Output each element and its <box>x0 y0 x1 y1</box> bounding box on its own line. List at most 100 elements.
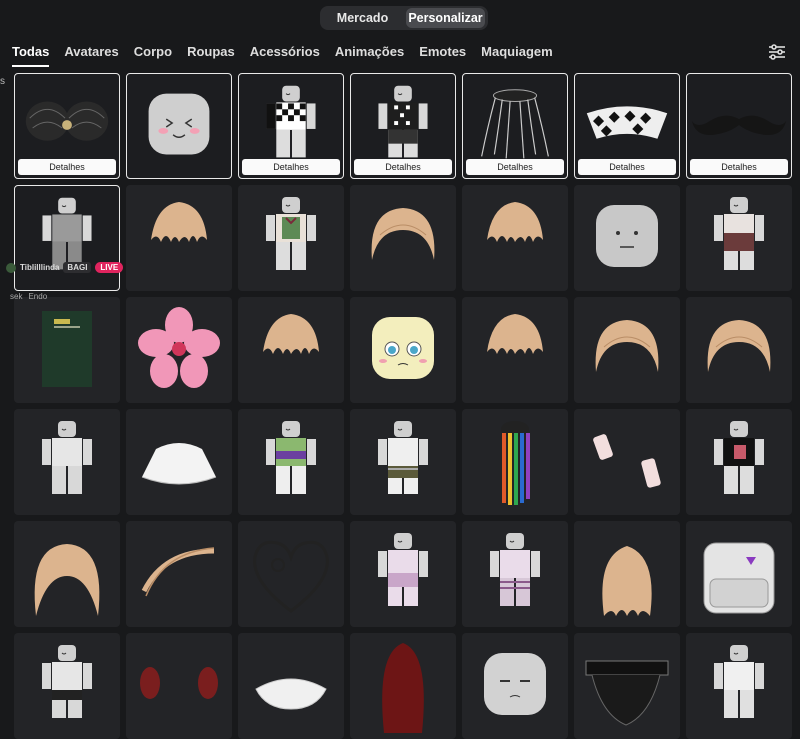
item-tile[interactable] <box>574 521 680 627</box>
blonde-bob-hair-icon <box>350 185 456 291</box>
item-tile[interactable]: Detalhes <box>574 73 680 179</box>
item-grid: Detalhes Detalhes Detalhes Detalhes Detalh… <box>14 73 794 739</box>
item-tile[interactable] <box>686 521 792 627</box>
item-tile[interactable] <box>350 297 456 403</box>
item-tile[interactable] <box>686 185 792 291</box>
pink-flower-accessory-icon <box>126 297 232 403</box>
blonde-bangs-hair-icon <box>14 521 120 627</box>
item-tile[interactable] <box>462 633 568 739</box>
details-button[interactable]: Detalhes <box>18 159 116 175</box>
streamer-name: Tiblilllinda <box>20 263 60 272</box>
tab-corpo[interactable]: Corpo <box>134 40 172 66</box>
green-book-accessory-icon <box>14 297 120 403</box>
sleepy-face-head-icon <box>462 633 568 739</box>
item-tile[interactable]: Detalhes <box>462 73 568 179</box>
overlay-sub-1: sek <box>10 292 23 301</box>
tab-todas[interactable]: Todas <box>12 40 50 67</box>
white-black-shorts-avatar-icon <box>14 633 120 739</box>
item-tile[interactable] <box>238 521 344 627</box>
item-tile[interactable] <box>14 297 120 403</box>
blonde-wavy-hair-icon <box>574 521 680 627</box>
item-tile[interactable] <box>462 297 568 403</box>
blonde-fluffy-hair-icon <box>462 185 568 291</box>
mode-toggle: Mercado Personalizar <box>320 6 488 30</box>
blush-face-head-icon <box>127 74 231 178</box>
red-long-hair-icon <box>350 633 456 739</box>
tab-animacoes[interactable]: Animações <box>335 40 404 66</box>
pink-skirt-avatar-icon <box>350 521 456 627</box>
lace-gloves-accessory-icon <box>574 409 680 515</box>
item-tile[interactable] <box>686 409 792 515</box>
tab-maquiagem[interactable]: Maquiagem <box>481 40 553 66</box>
item-tile[interactable] <box>574 297 680 403</box>
white-capelet-accessory-icon <box>126 409 232 515</box>
item-tile[interactable] <box>238 185 344 291</box>
filter-sliders-icon[interactable] <box>766 42 788 62</box>
black-lace-belt-accessory-icon <box>574 633 680 739</box>
details-button[interactable]: Detalhes <box>466 159 564 175</box>
item-tile[interactable] <box>574 409 680 515</box>
item-tile[interactable]: Detalhes <box>686 73 792 179</box>
blonde-tuft-hair-icon <box>462 297 568 403</box>
white-scarf-accessory-icon <box>238 633 344 739</box>
item-tile[interactable] <box>126 521 232 627</box>
item-tile[interactable] <box>14 521 120 627</box>
streamer-tag: BAGI <box>63 262 92 273</box>
streamer-overlay: Tiblilllinda BAGI LIVE sek Endo <box>0 260 150 301</box>
rainbow-braids-hair-icon <box>462 409 568 515</box>
item-tile[interactable] <box>126 409 232 515</box>
green-shirt-avatar-icon <box>238 185 344 291</box>
live-badge: LIVE <box>95 262 124 273</box>
overlay-sub-2: Endo <box>28 292 48 301</box>
pink-striped-avatar-icon <box>462 521 568 627</box>
blonde-shaggy-hair-icon <box>574 297 680 403</box>
item-tile[interactable] <box>126 73 232 179</box>
item-tile[interactable] <box>574 633 680 739</box>
item-tile[interactable] <box>350 185 456 291</box>
tab-emotes[interactable]: Emotes <box>419 40 466 66</box>
music-heart-clef-icon <box>238 521 344 627</box>
yellow-scared-head-icon <box>350 297 456 403</box>
white-backpack-accessory-icon <box>686 521 792 627</box>
item-tile[interactable]: Detalhes <box>238 73 344 179</box>
mode-button-personalizar[interactable]: Personalizar <box>406 8 485 28</box>
item-tile[interactable] <box>350 521 456 627</box>
item-tile[interactable] <box>462 521 568 627</box>
item-tile[interactable] <box>14 633 120 739</box>
item-tile[interactable] <box>686 633 792 739</box>
blonde-long-bob-hair-icon <box>686 297 792 403</box>
blonde-side-part-hair-icon <box>126 521 232 627</box>
details-button[interactable]: Detalhes <box>578 159 676 175</box>
item-tile[interactable] <box>574 185 680 291</box>
item-tile[interactable] <box>686 297 792 403</box>
item-tile[interactable] <box>14 409 120 515</box>
green-jacket-avatar-icon <box>238 409 344 515</box>
item-tile[interactable] <box>126 297 232 403</box>
striped-skirt-avatar-icon <box>350 409 456 515</box>
tab-acessorios[interactable]: Acessórios <box>250 40 320 66</box>
item-tile[interactable] <box>350 409 456 515</box>
tab-avatares[interactable]: Avatares <box>64 40 118 66</box>
item-tile[interactable] <box>126 633 232 739</box>
details-button[interactable]: Detalhes <box>690 159 788 175</box>
details-button[interactable]: Detalhes <box>242 159 340 175</box>
red-pigtails-hair-icon <box>126 633 232 739</box>
mode-button-mercado[interactable]: Mercado <box>323 8 402 28</box>
item-tile[interactable] <box>350 633 456 739</box>
details-button[interactable]: Detalhes <box>354 159 452 175</box>
left-edge-text: s <box>0 76 5 87</box>
item-tile[interactable] <box>238 297 344 403</box>
item-tile[interactable] <box>238 633 344 739</box>
item-tile[interactable] <box>238 409 344 515</box>
category-tabs: Todas Avatares Corpo Roupas Acessórios A… <box>12 40 568 67</box>
item-tile[interactable] <box>462 185 568 291</box>
item-tile[interactable] <box>462 409 568 515</box>
tab-roupas[interactable]: Roupas <box>187 40 235 66</box>
white-plain-avatar-icon <box>14 409 120 515</box>
item-tile[interactable]: Detalhes <box>350 73 456 179</box>
blonde-curly-hair-icon <box>238 297 344 403</box>
black-dress-avatar-icon <box>686 409 792 515</box>
streamer-avatar <box>6 262 16 273</box>
white-shirt-avatar-icon <box>686 633 792 739</box>
item-tile[interactable]: Detalhes <box>14 73 120 179</box>
